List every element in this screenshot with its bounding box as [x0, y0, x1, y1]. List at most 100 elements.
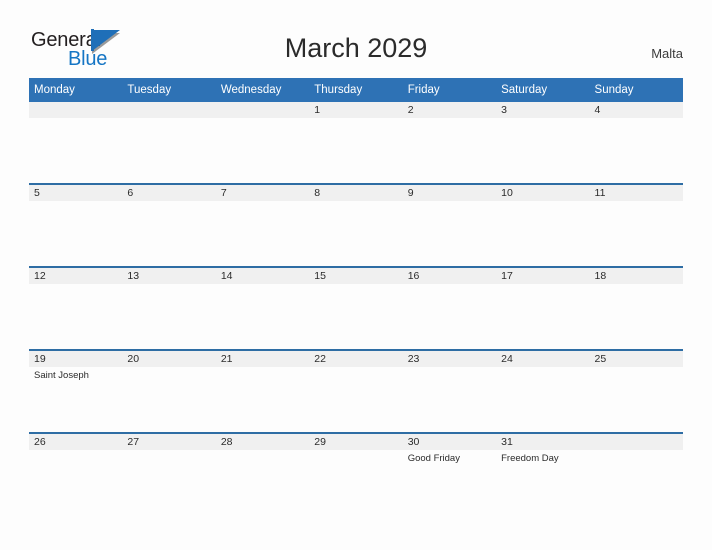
calendar-day-cell[interactable]: 7	[215, 183, 310, 267]
day-cell-inner: 13	[122, 268, 216, 349]
calendar-day-cell[interactable]: 10	[496, 183, 590, 267]
calendar-day-cell[interactable]: 13	[122, 266, 216, 350]
calendar-day-cell[interactable]: 27	[122, 432, 216, 515]
day-cell-inner	[29, 102, 123, 183]
calendar-day-cell[interactable]: 26	[29, 432, 123, 515]
calendar-page: General Blue March 2029 Malta Monday Tues…	[0, 0, 712, 550]
day-number	[122, 102, 216, 118]
calendar-week-row: 1234	[29, 102, 683, 184]
day-number: 10	[496, 185, 590, 201]
day-cell-inner	[122, 102, 216, 183]
day-cell-inner: 26	[29, 434, 123, 515]
day-number: 9	[402, 185, 497, 201]
day-number: 3	[496, 102, 590, 118]
day-number: 19	[29, 351, 123, 367]
day-number	[29, 102, 123, 118]
day-cell-inner	[589, 434, 683, 515]
page-header: General Blue March 2029 Malta	[0, 0, 712, 76]
calendar-day-cell[interactable]: 17	[496, 266, 590, 350]
day-number: 12	[29, 268, 123, 284]
calendar-day-cell[interactable]: 31 Freedom Day	[496, 432, 590, 515]
day-cell-inner: 2	[402, 102, 497, 183]
calendar-day-cell[interactable]: 8	[309, 183, 403, 267]
day-number: 20	[122, 351, 216, 367]
calendar-day-cell[interactable]: 18	[589, 266, 683, 350]
day-cell-inner: 22	[309, 351, 403, 432]
day-cell-inner: 1	[309, 102, 403, 183]
calendar-day-cell[interactable]: 23	[402, 349, 497, 433]
day-number: 5	[29, 185, 123, 201]
day-number: 2	[402, 102, 497, 118]
day-number: 24	[496, 351, 590, 367]
day-cell-inner: 11	[589, 185, 683, 266]
day-cell-inner: 24	[496, 351, 590, 432]
day-number: 14	[215, 268, 310, 284]
calendar-day-cell[interactable]: 5	[29, 183, 123, 267]
day-number: 27	[122, 434, 216, 450]
calendar-day-cell[interactable]: 11	[589, 183, 683, 267]
calendar-day-cell[interactable]: 21	[215, 349, 310, 433]
day-number: 7	[215, 185, 310, 201]
day-number: 16	[402, 268, 497, 284]
day-cell-inner: 6	[122, 185, 216, 266]
day-number: 1	[309, 102, 403, 118]
day-cell-inner: 14	[215, 268, 310, 349]
day-cell-inner: 3	[496, 102, 590, 183]
day-number: 26	[29, 434, 123, 450]
day-number: 22	[309, 351, 403, 367]
day-number	[215, 102, 310, 118]
calendar-day-cell[interactable]: 12	[29, 266, 123, 350]
calendar-day-cell[interactable]: 15	[309, 266, 403, 350]
calendar-day-cell[interactable]: 30 Good Friday	[402, 432, 497, 515]
day-cell-inner	[215, 102, 310, 183]
calendar-day-cell[interactable]: 1	[309, 102, 403, 184]
day-number: 21	[215, 351, 310, 367]
day-cell-inner: 16	[402, 268, 497, 349]
day-number: 8	[309, 185, 403, 201]
calendar-empty-cell	[215, 102, 310, 184]
calendar-day-cell[interactable]: 25	[589, 349, 683, 433]
calendar-day-cell[interactable]: 4	[589, 102, 683, 184]
weekday-header-thursday: Thursday	[309, 78, 403, 102]
calendar-week-row: 5 6 7 8 9 10 11	[29, 183, 683, 267]
calendar-week-row: 12 13 14 15 16 17 18	[29, 266, 683, 350]
calendar-day-cell[interactable]: 28	[215, 432, 310, 515]
day-cell-inner: 15	[309, 268, 403, 349]
day-number: 23	[402, 351, 497, 367]
day-cell-inner: 18	[589, 268, 683, 349]
calendar-grid: Monday Tuesday Wednesday Thursday Friday Satu…	[29, 78, 683, 515]
calendar-day-cell[interactable]: 20	[122, 349, 216, 433]
country-label: Malta	[651, 46, 683, 61]
page-title: March 2029	[284, 33, 428, 63]
calendar-day-cell[interactable]: 22	[309, 349, 403, 433]
day-number: 31	[496, 434, 590, 450]
day-cell-inner: 12	[29, 268, 123, 349]
day-number: 18	[589, 268, 683, 284]
calendar-day-cell[interactable]: 24	[496, 349, 590, 433]
weekday-header-tuesday: Tuesday	[122, 78, 216, 102]
calendar-day-cell[interactable]: 9	[402, 183, 497, 267]
calendar-day-cell[interactable]: 29	[309, 432, 403, 515]
day-number: 13	[122, 268, 216, 284]
day-number: 11	[589, 185, 683, 201]
day-cell-inner: 23	[402, 351, 497, 432]
day-cell-inner: 28	[215, 434, 310, 515]
weekday-header-monday: Monday	[29, 78, 123, 102]
calendar-empty-cell	[122, 102, 216, 184]
calendar-day-cell[interactable]: 14	[215, 266, 310, 350]
day-cell-inner: 7	[215, 185, 310, 266]
day-number: 6	[122, 185, 216, 201]
day-cell-inner: 25	[589, 351, 683, 432]
calendar-day-cell[interactable]: 19 Saint Joseph	[29, 349, 123, 433]
day-number: 25	[589, 351, 683, 367]
calendar-day-cell[interactable]: 2	[402, 102, 497, 184]
calendar-day-cell[interactable]: 3	[496, 102, 590, 184]
day-cell-inner: 20	[122, 351, 216, 432]
day-cell-inner: 17	[496, 268, 590, 349]
day-cell-inner: 9	[402, 185, 497, 266]
calendar-day-cell[interactable]: 6	[122, 183, 216, 267]
calendar-empty-cell	[29, 102, 123, 184]
day-number: 17	[496, 268, 590, 284]
calendar-empty-cell	[589, 432, 683, 515]
calendar-day-cell[interactable]: 16	[402, 266, 497, 350]
